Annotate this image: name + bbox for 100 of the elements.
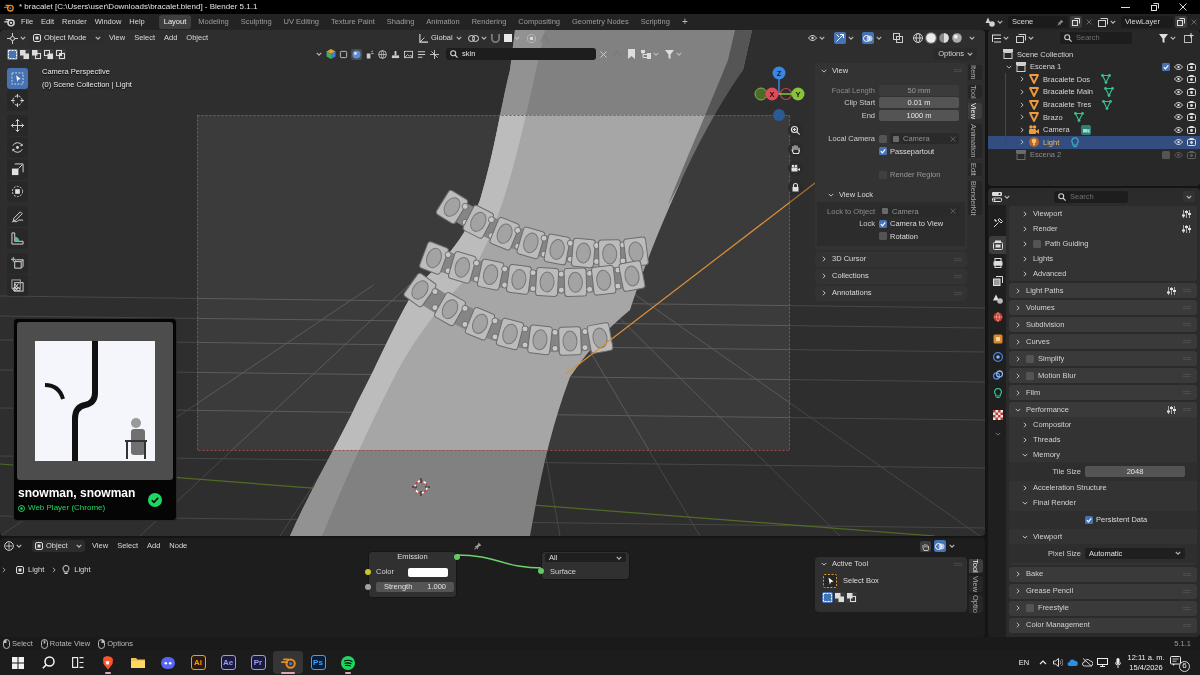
rotate-tool[interactable] — [7, 137, 28, 158]
chevron-right-icon[interactable] — [1019, 76, 1024, 83]
restore-icon[interactable] — [1151, 3, 1159, 11]
eye-icon[interactable] — [1174, 101, 1183, 108]
measure-tool[interactable] — [7, 228, 28, 249]
select-mode-button[interactable] — [7, 48, 18, 60]
checkbox[interactable] — [879, 219, 887, 228]
taskbar-app-button[interactable] — [273, 651, 303, 674]
add-workspace-button[interactable]: + — [676, 15, 693, 29]
select-box-tool[interactable] — [7, 68, 28, 89]
chevron-up-icon[interactable] — [1038, 660, 1047, 665]
presets-icon[interactable] — [1167, 405, 1176, 414]
editor-type-button[interactable] — [7, 31, 26, 45]
color-swatch[interactable] — [408, 567, 448, 577]
select-mode-button[interactable] — [31, 48, 42, 60]
chevron-right-icon[interactable] — [1019, 139, 1024, 146]
node-link[interactable] — [457, 554, 543, 569]
hand-snap-icon[interactable] — [920, 540, 931, 552]
chevron-right-icon[interactable] — [2, 566, 6, 573]
scale-tool[interactable] — [7, 159, 28, 180]
editor-type-button[interactable] — [4, 539, 22, 553]
negative-x-axis-handle[interactable] — [779, 87, 793, 101]
checkbox[interactable] — [879, 232, 887, 241]
select-mode-button[interactable] — [834, 592, 845, 603]
chevron-right-icon[interactable] — [1019, 126, 1024, 133]
lock-icon[interactable] — [788, 180, 803, 195]
camera-icon[interactable] — [1187, 100, 1196, 109]
pin-icon[interactable] — [1057, 18, 1064, 26]
image-stack-icon[interactable] — [1098, 17, 1108, 27]
input-socket[interactable] — [365, 584, 371, 590]
microphone-icon[interactable] — [1114, 657, 1121, 668]
overlays-dropdown[interactable] — [862, 31, 882, 45]
chevron-right-icon[interactable] — [1019, 89, 1024, 96]
triangle-vertices-icon[interactable] — [1104, 87, 1115, 98]
camera-data-icon[interactable] — [1080, 124, 1091, 135]
eye-icon[interactable] — [1174, 89, 1183, 96]
taskbar-app-button[interactable]: Ae — [213, 651, 243, 674]
select-mode-button[interactable] — [19, 48, 30, 60]
checkbox[interactable] — [1026, 371, 1034, 380]
circle-dot-icon[interactable] — [526, 33, 536, 43]
shading-mode-button[interactable] — [938, 32, 950, 44]
cloud-icon[interactable] — [1067, 659, 1078, 666]
taskbar-app-button[interactable]: Ps — [303, 651, 333, 674]
eye-icon[interactable] — [808, 35, 817, 41]
camera-icon[interactable] — [1187, 75, 1196, 84]
shading-mode-button[interactable] — [912, 32, 924, 44]
negative-y-axis-handle[interactable] — [754, 87, 768, 101]
annotate-tool[interactable] — [7, 206, 28, 227]
camera-icon[interactable] — [1187, 138, 1196, 147]
xray-squares-icon[interactable] — [893, 33, 903, 43]
cursor-tool[interactable] — [7, 90, 28, 111]
taskbar-app-button[interactable]: Pr — [243, 651, 273, 674]
triangle-vertices-icon[interactable] — [1102, 99, 1113, 110]
display-mode-dropdown[interactable] — [992, 33, 1009, 43]
gizmo-toggle[interactable] — [834, 32, 846, 44]
triangle-vertices-icon[interactable] — [1101, 74, 1112, 85]
checkbox[interactable] — [1162, 62, 1170, 71]
move-tool[interactable] — [7, 115, 28, 136]
chevron-right-icon[interactable] — [1019, 114, 1024, 121]
filter-toggle[interactable] — [338, 48, 349, 60]
notification-icon[interactable] — [1170, 655, 1181, 666]
chevron-down-icon[interactable] — [1005, 64, 1012, 69]
chevron-down-icon[interactable] — [995, 432, 1001, 436]
triangle-vertices-icon[interactable] — [1073, 112, 1084, 123]
cursor-3d-icon[interactable] — [411, 477, 431, 497]
filter-toggle[interactable] — [390, 48, 401, 60]
funnel-icon[interactable] — [1159, 33, 1168, 43]
blender-logo-icon[interactable] — [4, 17, 15, 27]
checkbox[interactable] — [1033, 239, 1041, 248]
checkbox[interactable] — [1026, 604, 1034, 612]
presets-icon[interactable] — [1167, 286, 1176, 295]
checkbox[interactable] — [1085, 515, 1093, 524]
input-socket[interactable] — [365, 569, 371, 575]
eye-icon[interactable] — [1174, 76, 1183, 83]
crossed-cloud-icon[interactable] — [1082, 658, 1093, 667]
speaker-icon[interactable] — [1052, 658, 1063, 667]
presets-icon[interactable] — [1182, 209, 1191, 218]
monitor-icon[interactable] — [1097, 658, 1108, 667]
hierarchy-icon[interactable] — [641, 49, 651, 59]
transform-tool[interactable] — [7, 181, 28, 202]
add-cube-tool[interactable] — [7, 253, 28, 274]
camera-icon[interactable] — [1187, 62, 1196, 71]
properties-tab[interactable] — [989, 236, 1006, 254]
overlays-toggle[interactable] — [934, 540, 946, 552]
eye-icon[interactable] — [1174, 63, 1183, 70]
filter-toggle[interactable] — [351, 48, 362, 60]
zoom-icon[interactable] — [788, 123, 803, 138]
select-mode-button[interactable] — [846, 592, 857, 603]
gizmo-dropdown[interactable] — [834, 31, 854, 45]
overlays-toggle[interactable] — [862, 32, 874, 44]
movie-camera-icon[interactable] — [788, 161, 803, 176]
eye-icon[interactable] — [1174, 114, 1183, 121]
snap-target-dropdown[interactable] — [503, 31, 520, 45]
pin-icon[interactable] — [474, 542, 482, 550]
select-mode-button[interactable] — [43, 48, 54, 60]
layer-filter-dropdown[interactable] — [1016, 33, 1034, 43]
cut-tool[interactable] — [7, 275, 28, 296]
shading-mode-button[interactable] — [951, 32, 963, 44]
checkbox[interactable] — [1026, 354, 1034, 363]
output-socket[interactable] — [454, 554, 460, 560]
